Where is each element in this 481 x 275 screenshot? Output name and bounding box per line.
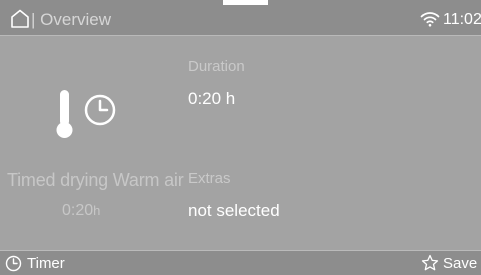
clock-time: 11:02 <box>443 11 481 28</box>
star-icon <box>421 254 439 271</box>
duration-label: Duration <box>188 58 245 75</box>
home-icon[interactable] <box>10 9 30 29</box>
header-divider <box>0 35 481 36</box>
extras-value[interactable]: not selected <box>188 201 280 221</box>
program-time: 0:20h <box>62 202 100 220</box>
timer-label: Timer <box>27 254 65 272</box>
page-title: | Overview <box>31 10 111 29</box>
timer-button[interactable]: Timer <box>5 253 65 273</box>
extras-label: Extras <box>188 170 231 187</box>
save-label: Save <box>443 254 478 272</box>
program-time-unit: h <box>93 203 101 218</box>
duration-value[interactable]: 0:20 h <box>188 89 235 109</box>
program-name: Timed drying Warm air <box>7 170 184 190</box>
page-indicator <box>223 0 268 5</box>
save-button[interactable]: Save <box>421 253 477 273</box>
footer-bar <box>0 251 481 275</box>
wifi-icon <box>420 12 440 27</box>
program-time-value: 0:20 <box>62 202 94 219</box>
thermometer-clock-icon <box>56 90 116 138</box>
clock-icon <box>5 255 22 271</box>
